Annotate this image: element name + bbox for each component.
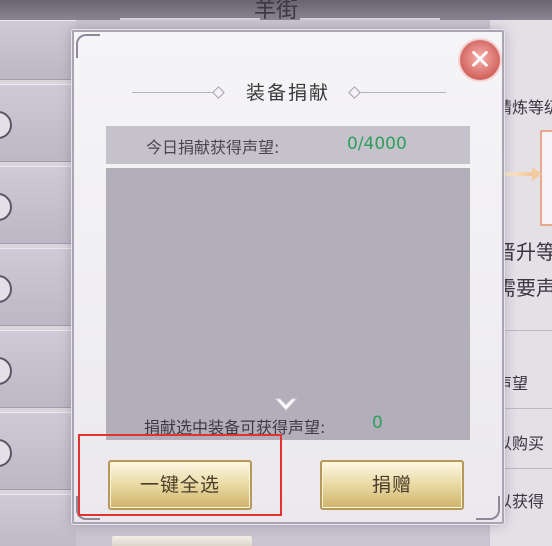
list-item[interactable] [0,20,76,80]
title-ornament-right [360,92,446,93]
item-slot-icon [0,275,12,303]
background-button[interactable] [112,536,252,546]
arrow-right-head-icon [532,167,542,181]
item-slot-icon [0,439,12,467]
item-slot-icon [0,193,12,221]
item-slot-icon [0,111,12,139]
screen-title: 羊街 [253,0,298,23]
selected-reputation-value: 0 [372,413,383,433]
right-text-refine-level: 精炼等级 [496,98,552,117]
list-item[interactable] [0,84,76,162]
left-list-panel [0,20,76,546]
item-slot-icon [0,357,12,385]
daily-reputation-value: 0/4000 [347,134,407,154]
right-text-require: 需要声 [496,276,552,300]
highlight-box [78,434,282,516]
list-item[interactable] [0,330,76,408]
top-bar: 羊街 [0,0,552,23]
arrow-right-icon [500,172,536,176]
list-item[interactable] [0,166,76,244]
corner-ornament [76,34,100,58]
close-icon: ✕ [468,43,492,76]
daily-reputation-label: 今日捐献获得声望: [146,138,280,157]
donate-button[interactable]: 捐赠 [320,460,464,510]
right-text-promote: 晋升等 [496,240,552,264]
corner-ornament [476,496,500,520]
list-item[interactable] [0,494,76,546]
daily-reputation-bar: 今日捐献获得声望: 0/4000 [106,126,470,164]
list-item[interactable] [0,248,76,326]
close-button[interactable]: ✕ [460,40,500,80]
list-item[interactable] [0,412,76,490]
